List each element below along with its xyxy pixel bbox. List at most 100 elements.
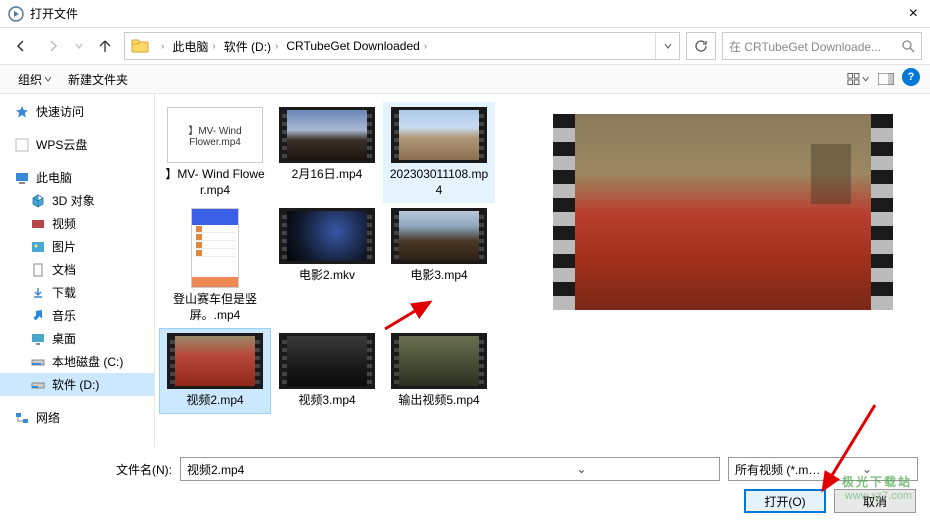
preview-pane-button[interactable] — [874, 68, 898, 90]
chevron-down-icon[interactable]: ⌄ — [450, 462, 713, 476]
file-name: 电影2.mkv — [299, 268, 355, 284]
file-item[interactable]: 202303011108.mp4 — [383, 102, 495, 203]
path-label[interactable]: 软件 (D:) — [224, 38, 271, 55]
sidebar-label: 软件 (D:) — [52, 376, 99, 393]
file-name: 202303011108.mp4 — [388, 167, 490, 198]
sidebar-label: WPS云盘 — [36, 136, 87, 153]
file-thumb — [279, 208, 375, 264]
wps-icon — [14, 137, 30, 153]
sidebar-item-3d[interactable]: 3D 对象 — [0, 189, 154, 212]
sidebar-item-wps[interactable]: WPS云盘 — [0, 133, 154, 156]
up-button[interactable] — [92, 33, 118, 59]
cancel-button[interactable]: 取消 — [834, 489, 916, 513]
file-item[interactable]: 输出视频5.mp4 — [383, 328, 495, 414]
sidebar-item-downloads[interactable]: 下载 — [0, 281, 154, 304]
chevron-down-icon[interactable]: ⌄ — [823, 462, 911, 476]
docs-icon — [30, 262, 46, 278]
preview-image — [575, 114, 871, 310]
sidebar-item-network[interactable]: 网络 — [0, 406, 154, 429]
sidebar-item-thispc[interactable]: 此电脑 — [0, 166, 154, 189]
filetype-filter[interactable]: 所有视频 (*.mp4;*.avi;*.mpeg;) ⌄ — [728, 457, 918, 481]
file-thumb — [391, 208, 487, 264]
chevron-right-icon: › — [161, 41, 164, 52]
preview-pane — [515, 94, 930, 447]
sidebar-label: 文档 — [52, 261, 76, 278]
history-dropdown[interactable] — [72, 33, 86, 59]
sidebar-label: 图片 — [52, 238, 76, 255]
sidebar-item-ddrive[interactable]: 软件 (D:) — [0, 373, 154, 396]
sidebar-label: 下载 — [52, 284, 76, 301]
sidebar-item-cdrive[interactable]: 本地磁盘 (C:) — [0, 350, 154, 373]
filename-label: 文件名(N): — [12, 461, 172, 478]
sidebar-label: 本地磁盘 (C:) — [52, 353, 123, 370]
file-item[interactable]: 登山赛车但是竖屏。.mp4 — [159, 203, 271, 328]
search-input[interactable]: 在 CRTubeGet Downloade... — [722, 32, 922, 60]
file-thumb — [391, 333, 487, 389]
sidebar-label: 此电脑 — [36, 169, 72, 186]
sidebar-item-docs[interactable]: 文档 — [0, 258, 154, 281]
organize-button[interactable]: 组织 — [10, 67, 60, 92]
open-button[interactable]: 打开(O) — [744, 489, 826, 513]
network-icon — [14, 410, 30, 426]
file-item[interactable]: 电影3.mp4 — [383, 203, 495, 328]
cube-icon — [30, 193, 46, 209]
sidebar-item-video[interactable]: 视频 — [0, 212, 154, 235]
forward-button[interactable] — [40, 33, 66, 59]
file-item[interactable]: 电影2.mkv — [271, 203, 383, 328]
chevron-down-icon — [44, 75, 52, 83]
drive-icon — [30, 354, 46, 370]
sidebar-item-quick[interactable]: 快速访问 — [0, 100, 154, 123]
chevron-down-icon — [862, 75, 869, 83]
button-label: 取消 — [863, 493, 887, 510]
file-item[interactable]: 视频3.mp4 — [271, 328, 383, 414]
search-placeholder: 在 CRTubeGet Downloade... — [729, 38, 901, 55]
bottom-bar: 文件名(N): 视频2.mp4 ⌄ 所有视频 (*.mp4;*.avi;*.mp… — [0, 447, 930, 521]
path-seg[interactable]: 此电脑 › — [170, 38, 221, 55]
download-icon — [30, 285, 46, 301]
address-bar[interactable]: › 此电脑 › 软件 (D:) › CRTubeGet Downloaded › — [124, 32, 680, 60]
close-button[interactable]: × — [905, 5, 922, 23]
filename-input[interactable]: 视频2.mp4 ⌄ — [180, 457, 720, 481]
filter-label: 所有视频 (*.mp4;*.avi;*.mpeg;) — [735, 461, 823, 478]
path-dropdown[interactable] — [655, 33, 679, 59]
file-item[interactable]: 】MV- Wind Flower.mp4】MV- Wind Flower.mp4 — [159, 102, 271, 203]
star-icon — [14, 104, 30, 120]
file-name: 】MV- Wind Flower.mp4 — [164, 167, 266, 198]
file-item[interactable]: 视频2.mp4 — [159, 328, 271, 414]
sidebar-label: 网络 — [36, 409, 60, 426]
newfolder-button[interactable]: 新建文件夹 — [60, 67, 136, 92]
title-bar: 打开文件 × — [0, 0, 930, 28]
file-item[interactable]: 2月16日.mp4 — [271, 102, 383, 203]
file-list[interactable]: 】MV- Wind Flower.mp4】MV- Wind Flower.mp4… — [155, 94, 515, 447]
sidebar-label: 3D 对象 — [52, 192, 95, 209]
path-seg[interactable]: 软件 (D:) › — [222, 38, 285, 55]
sidebar-label: 快速访问 — [36, 103, 84, 120]
sidebar-item-music[interactable]: 音乐 — [0, 304, 154, 327]
chevron-right-icon: › — [275, 41, 278, 52]
pc-icon — [14, 170, 30, 186]
file-name: 登山赛车但是竖屏。.mp4 — [164, 292, 266, 323]
path-seg-root[interactable]: › — [155, 41, 170, 52]
chevron-right-icon: › — [212, 41, 215, 52]
path-seg[interactable]: CRTubeGet Downloaded › — [284, 39, 433, 53]
view-button[interactable] — [846, 68, 870, 90]
chevron-right-icon: › — [424, 41, 427, 52]
file-name: 视频2.mp4 — [186, 393, 243, 409]
refresh-button[interactable] — [686, 32, 716, 60]
path-label[interactable]: 此电脑 — [172, 38, 208, 55]
file-thumb — [167, 333, 263, 389]
file-name: 输出视频5.mp4 — [398, 393, 479, 409]
help-button[interactable]: ? — [902, 68, 920, 86]
path-label[interactable]: CRTubeGet Downloaded — [286, 39, 419, 53]
file-thumb — [279, 107, 375, 163]
file-name: 2月16日.mp4 — [292, 167, 363, 183]
desktop-icon — [30, 331, 46, 347]
back-button[interactable] — [8, 33, 34, 59]
main-area: 快速访问 WPS云盘 此电脑 3D 对象 视频 图片 文档 下载 音乐 桌面 本… — [0, 94, 930, 447]
sidebar-item-pictures[interactable]: 图片 — [0, 235, 154, 258]
newfolder-label: 新建文件夹 — [68, 71, 128, 88]
button-label: 打开(O) — [764, 493, 805, 510]
file-thumb — [391, 107, 487, 163]
file-thumb — [191, 208, 239, 288]
sidebar-item-desktop[interactable]: 桌面 — [0, 327, 154, 350]
